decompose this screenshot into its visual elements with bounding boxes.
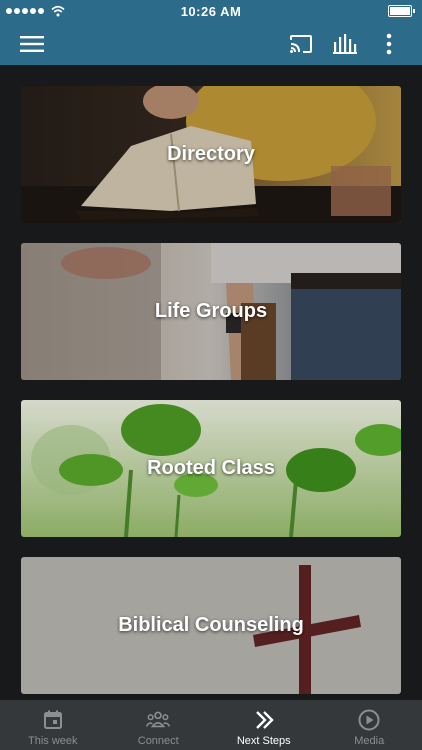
card-directory[interactable]: Directory bbox=[21, 86, 401, 223]
tab-this-week[interactable]: This week bbox=[0, 700, 106, 750]
audio-bars-icon bbox=[333, 33, 357, 54]
bottom-tab-bar: This week Connect Next Steps Media bbox=[0, 700, 422, 750]
card-rooted-class[interactable]: Rooted Class bbox=[21, 400, 401, 537]
tab-label: This week bbox=[27, 735, 78, 747]
tab-next-steps[interactable]: Next Steps bbox=[211, 700, 317, 750]
calendar-icon bbox=[43, 710, 62, 729]
app-bar bbox=[0, 22, 422, 65]
people-group-icon bbox=[146, 711, 171, 728]
double-chevron-right-icon bbox=[255, 711, 274, 729]
card-label: Rooted Class bbox=[147, 457, 275, 479]
status-bar: 10:26 AM bbox=[0, 0, 422, 22]
card-label: Life Groups bbox=[154, 300, 268, 322]
play-circle-icon bbox=[358, 709, 380, 731]
status-time: 10:26 AM bbox=[180, 4, 242, 19]
card-label: Directory bbox=[167, 143, 255, 165]
tab-label: Media bbox=[354, 735, 385, 747]
tab-label: Next Steps bbox=[236, 735, 291, 747]
cast-button[interactable] bbox=[284, 22, 318, 65]
tab-connect[interactable]: Connect bbox=[106, 700, 212, 750]
battery-icon bbox=[388, 5, 415, 17]
more-options-button[interactable] bbox=[374, 22, 404, 65]
tab-media[interactable]: Media bbox=[317, 700, 422, 750]
card-label: Biblical Counseling bbox=[118, 614, 304, 636]
card-biblical-counseling[interactable]: Biblical Counseling bbox=[21, 557, 401, 694]
menu-button[interactable] bbox=[14, 22, 50, 65]
next-steps-list: Directory Life Groups Rooted Class Bibli… bbox=[0, 65, 422, 700]
cast-icon bbox=[290, 34, 312, 53]
audio-button[interactable] bbox=[328, 22, 362, 65]
hamburger-menu-icon bbox=[20, 35, 44, 52]
tab-label: Connect bbox=[137, 735, 179, 747]
card-life-groups[interactable]: Life Groups bbox=[21, 243, 401, 380]
more-vertical-icon bbox=[386, 33, 392, 54]
